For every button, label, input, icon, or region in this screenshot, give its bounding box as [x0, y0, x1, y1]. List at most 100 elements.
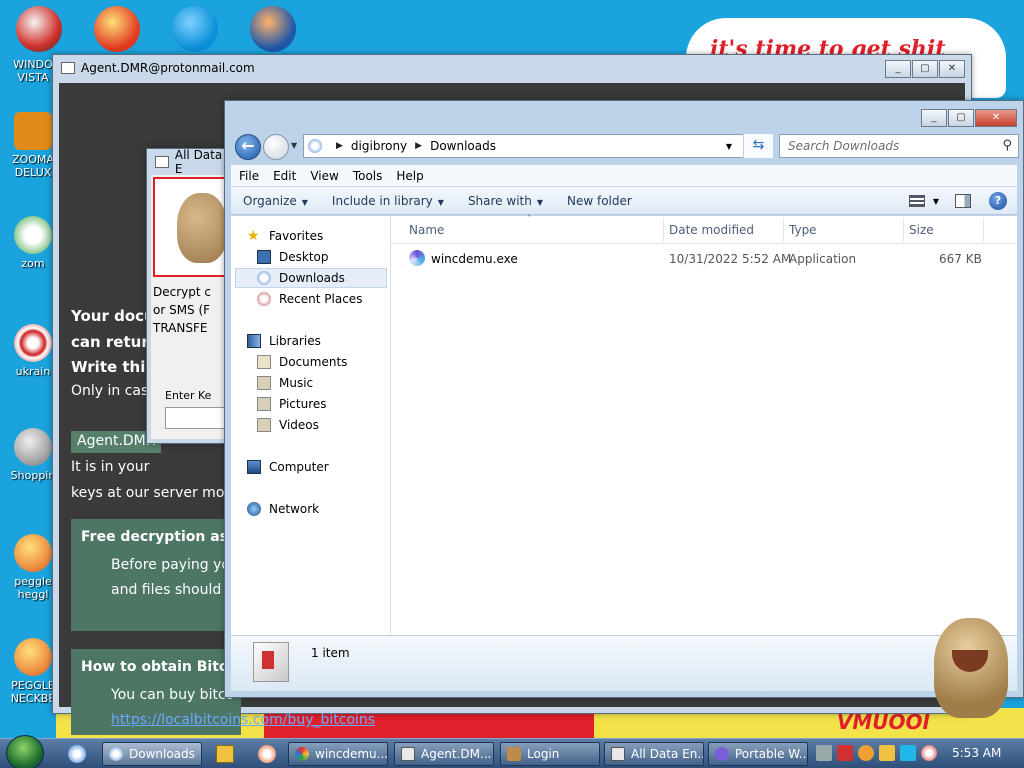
taskbar-wincdemu[interactable]: wincdemu...: [288, 742, 388, 766]
share-label: Share with: [467, 193, 532, 208]
search-placeholder: Search Downloads: [788, 139, 900, 153]
file-date: 10/31/2022 5:52 AM: [669, 252, 792, 266]
recent-pages-dropdown[interactable]: ▼: [291, 141, 297, 150]
column-size[interactable]: Size: [909, 223, 934, 237]
include-in-library-button[interactable]: Include in library ▼: [332, 194, 444, 208]
taskbar-label: Agent.DM...: [421, 747, 492, 761]
maximize-button[interactable]: ▢: [948, 109, 974, 127]
nav-item-music[interactable]: Music: [257, 373, 313, 393]
search-input[interactable]: Search Downloads ⚲: [779, 134, 1019, 158]
minimize-button[interactable]: _: [885, 60, 911, 78]
star-icon: ★: [247, 228, 260, 244]
tray-alert-icon[interactable]: [879, 745, 895, 761]
vista-app-icon[interactable]: [16, 6, 62, 52]
explorer-window[interactable]: _ ▢ ✕ ← ▼ ▶ digibrony ▶ Downloads ▼ ⇆ Se…: [224, 100, 1024, 698]
nav-item-recent-places[interactable]: Recent Places: [257, 289, 362, 309]
settings-app-icon[interactable]: [258, 745, 276, 763]
address-dropdown-icon[interactable]: ▼: [726, 142, 732, 151]
tray-antivirus-icon[interactable]: [837, 745, 853, 761]
share-with-button[interactable]: Share with ▼: [468, 194, 543, 208]
window-icon: [401, 747, 415, 761]
nav-item-downloads[interactable]: Downloads: [235, 268, 387, 288]
nav-item-computer[interactable]: Computer: [247, 457, 329, 477]
maximize-button[interactable]: ▢: [912, 60, 938, 78]
taskbar-all-data-encrypted[interactable]: All Data En...: [604, 742, 704, 766]
nav-item-network[interactable]: Network: [247, 499, 319, 519]
column-name[interactable]: Name: [409, 223, 444, 237]
encrypted-window[interactable]: All Data E Decrypt c or SMS (F TRANSFE E…: [146, 148, 234, 444]
bitcoin-heading: How to obtain Bitco: [81, 659, 237, 675]
folder-contents-icon: [253, 642, 289, 682]
computer-icon: [247, 460, 261, 474]
taskbar-label: Downloads: [129, 747, 195, 761]
close-button[interactable]: ✕: [975, 109, 1017, 127]
menu-file[interactable]: File: [239, 169, 259, 183]
ransom-title: Agent.DMR@protonmail.com: [81, 61, 255, 75]
menu-tools[interactable]: Tools: [353, 169, 383, 183]
chrome-icon: [295, 747, 309, 761]
close-button[interactable]: ✕: [939, 60, 965, 78]
menu-bar: File Edit View Tools Help: [231, 165, 1017, 187]
menu-help[interactable]: Help: [396, 169, 423, 183]
help-icon[interactable]: ?: [989, 192, 1007, 210]
forward-button[interactable]: [263, 134, 289, 160]
view-options-icon[interactable]: [908, 195, 925, 207]
nav-item-videos[interactable]: Videos: [257, 415, 319, 435]
tray-search-icon[interactable]: [858, 745, 874, 761]
column-date-modified[interactable]: Date modified: [669, 223, 754, 237]
taskbar-agent-dmr[interactable]: Agent.DM...: [394, 742, 494, 766]
taskbar-clock[interactable]: 5:53 AM: [952, 746, 1001, 760]
breadcrumb-item[interactable]: Downloads: [430, 139, 496, 153]
nav-label: Downloads: [279, 271, 345, 285]
table-row[interactable]: wincdemu.exe 10/31/2022 5:52 AM Applicat…: [391, 248, 1017, 270]
refresh-button[interactable]: ⇆: [743, 134, 773, 158]
ransom-text: It is in your: [71, 459, 150, 475]
chevron-down-icon[interactable]: ▼: [933, 197, 939, 206]
bitcoin-link[interactable]: https://localbitcoins.com/buy_bitcoins: [111, 708, 375, 733]
music-icon: [257, 376, 271, 390]
column-type[interactable]: Type: [789, 223, 817, 237]
taskbar-login[interactable]: Login: [500, 742, 600, 766]
navigation-bar: ← ▼ ▶ digibrony ▶ Downloads ▼ ⇆ Search D…: [231, 131, 1019, 163]
nav-item-pictures[interactable]: Pictures: [257, 394, 327, 414]
media-player-icon[interactable]: [216, 745, 234, 763]
tray-network-icon[interactable]: [900, 745, 916, 761]
menu-view[interactable]: View: [310, 169, 338, 183]
encrypted-message: Decrypt c or SMS (F TRANSFE: [153, 283, 211, 337]
nav-item-desktop[interactable]: Desktop: [257, 247, 329, 267]
chevron-down-icon: ▼: [536, 197, 543, 207]
address-bar[interactable]: ▶ digibrony ▶ Downloads ▼: [303, 134, 773, 158]
nav-item-libraries[interactable]: Libraries: [247, 331, 321, 351]
back-button[interactable]: ←: [235, 134, 261, 160]
key-input[interactable]: [165, 407, 233, 429]
peggle-top-icon[interactable]: [94, 6, 140, 52]
chevron-right-icon[interactable]: ▶: [415, 141, 422, 151]
taskbar-portable[interactable]: Portable W...: [708, 742, 808, 766]
start-button[interactable]: [6, 735, 44, 768]
encrypted-titlebar[interactable]: All Data E: [147, 148, 233, 176]
internet-explorer-icon[interactable]: [68, 745, 86, 763]
firefox-icon[interactable]: [250, 6, 296, 52]
skype-icon[interactable]: [172, 6, 218, 52]
peggle-icon: [14, 638, 52, 676]
chevron-right-icon[interactable]: ▶: [336, 141, 343, 151]
ransom-titlebar[interactable]: Agent.DMR@protonmail.com: [53, 55, 971, 81]
new-folder-button[interactable]: New folder: [567, 194, 632, 208]
ransom-text: Write this: [71, 358, 155, 376]
nav-label: Favorites: [269, 229, 324, 243]
organize-button[interactable]: Organize ▼: [243, 194, 308, 208]
search-icon[interactable]: ⚲: [1002, 138, 1012, 153]
taskbar-downloads[interactable]: Downloads: [102, 742, 202, 766]
menu-edit[interactable]: Edit: [273, 169, 296, 183]
downloads-icon: [109, 747, 123, 761]
minimize-button[interactable]: _: [921, 109, 947, 127]
preview-pane-icon[interactable]: [955, 194, 971, 208]
include-label: Include in library: [331, 193, 433, 208]
item-count: 1 item: [311, 646, 350, 660]
tray-record-icon[interactable]: [921, 745, 937, 761]
nav-label: Documents: [279, 355, 348, 369]
breadcrumb-item[interactable]: digibrony: [351, 139, 407, 153]
tray-app-icon[interactable]: [816, 745, 832, 761]
nav-item-documents[interactable]: Documents: [257, 352, 347, 372]
nav-item-favorites[interactable]: ★ Favorites: [247, 226, 323, 246]
